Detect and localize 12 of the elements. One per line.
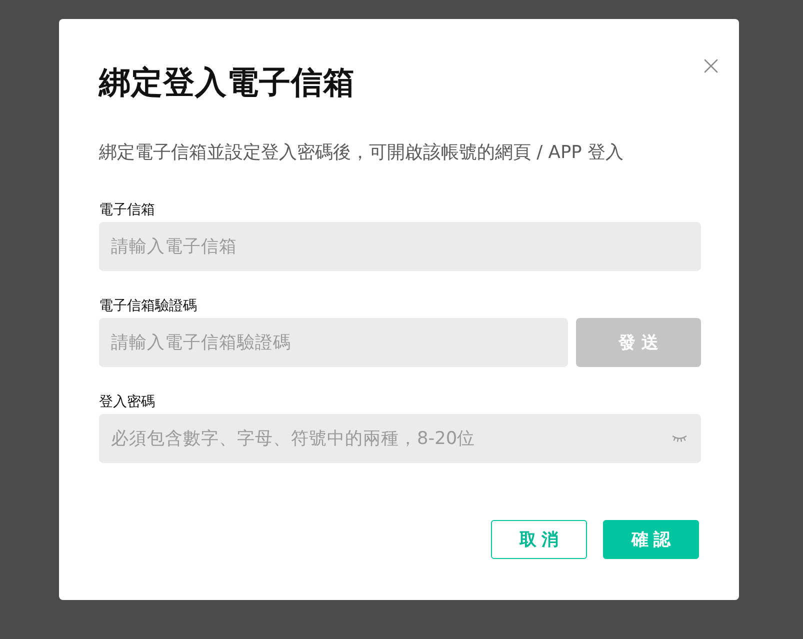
dialog-title: 綁定登入電子信箱 bbox=[99, 65, 356, 101]
field-label: 登入密碼 bbox=[99, 393, 156, 411]
email-input[interactable]: 請輸入電子信箱 bbox=[99, 222, 701, 271]
eye-closed-icon[interactable] bbox=[672, 435, 687, 442]
field-label: 電子信箱 bbox=[99, 201, 156, 219]
dialog-description: 綁定電子信箱並設定登入密碼後，可開啟該帳號的網頁 / APP 登入 bbox=[99, 141, 625, 165]
close-icon[interactable] bbox=[704, 59, 718, 73]
confirm-button[interactable]: 確認 bbox=[603, 520, 699, 559]
field-label: 電子信箱驗證碼 bbox=[99, 297, 198, 315]
cancel-button[interactable]: 取消 bbox=[491, 520, 587, 559]
password-input[interactable]: 必須包含數字、字母、符號中的兩種，8-20位 bbox=[99, 414, 701, 463]
code-input[interactable]: 請輸入電子信箱驗證碼 bbox=[99, 318, 568, 367]
